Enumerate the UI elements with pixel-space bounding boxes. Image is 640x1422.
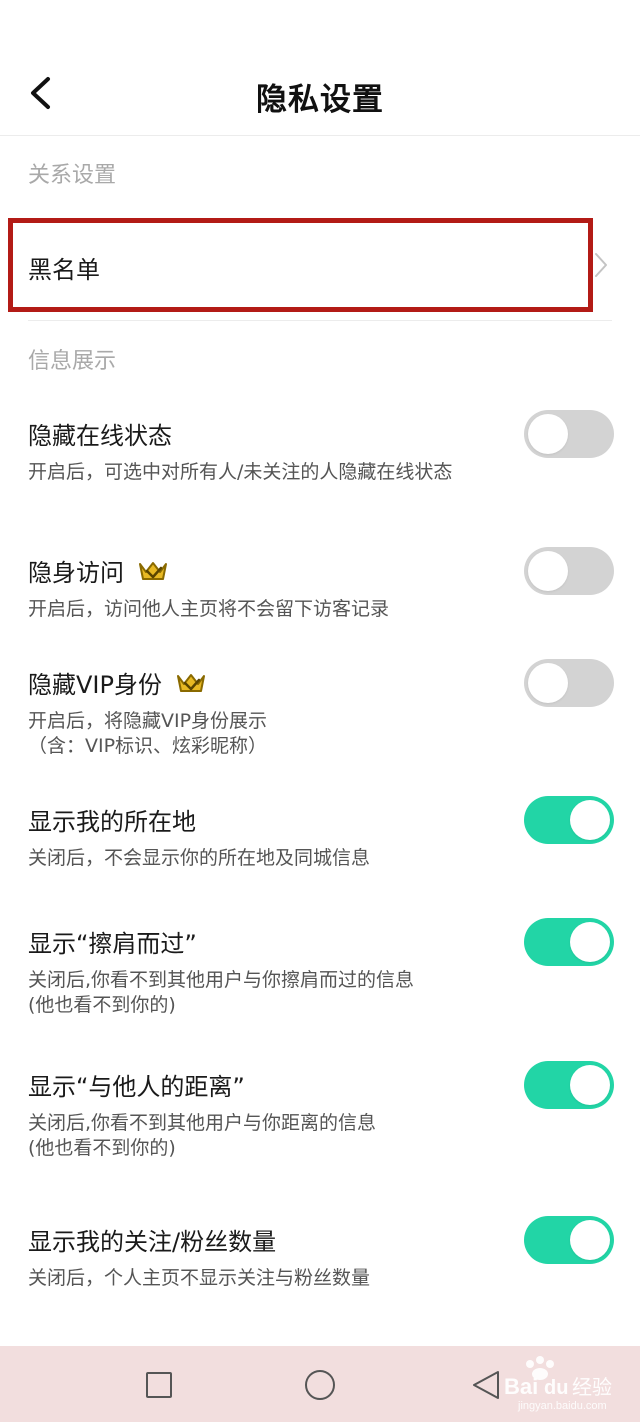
toggle-invisible-visit[interactable] <box>524 547 614 595</box>
setting-title: 隐身访问 <box>28 553 168 588</box>
setting-row-show-passed-by: 显示“擦肩而过” 关闭后,你看不到其他用户与你擦肩而过的信息 (他也看不到你的) <box>0 904 640 1029</box>
toggle-show-passed-by[interactable] <box>524 918 614 966</box>
setting-description: 关闭后，个人主页不显示关注与粉丝数量 <box>28 1267 371 1289</box>
vip-crown-icon <box>176 673 205 692</box>
setting-description: 开启后，将隐藏VIP身份展示 （含：VIP标识、炫彩昵称） <box>28 710 268 757</box>
toggle-hide-vip[interactable] <box>524 659 614 707</box>
circle-icon[interactable] <box>305 1370 335 1400</box>
setting-row-invisible-visit: 隐身访问 开启后，访问他人主页将不会留下访客记录 <box>0 533 640 633</box>
toggle-knob <box>528 414 568 454</box>
setting-description: 开启后，访问他人主页将不会留下访客记录 <box>28 598 390 620</box>
toggle-knob <box>570 922 610 962</box>
setting-title: 显示“擦肩而过” <box>28 930 197 958</box>
svg-text:经验: 经验 <box>572 1375 612 1399</box>
toggle-show-follow-count[interactable] <box>524 1216 614 1264</box>
setting-row-show-location: 显示我的所在地 关闭后，不会显示你的所在地及同城信息 <box>0 782 640 882</box>
setting-description: 关闭后,你看不到其他用户与你擦肩而过的信息 (他也看不到你的) <box>28 969 415 1016</box>
blacklist-row[interactable]: 黑名单 <box>0 218 640 310</box>
toggle-knob <box>570 1065 610 1105</box>
setting-title: 显示我的关注/粉丝数量 <box>28 1228 277 1256</box>
svg-text:jingyan.baidu.com: jingyan.baidu.com <box>517 1400 607 1412</box>
setting-description: 开启后，可选中对所有人/未关注的人隐藏在线状态 <box>28 461 453 483</box>
square-icon[interactable] <box>146 1372 172 1398</box>
setting-row-show-follow-count: 显示我的关注/粉丝数量 关闭后，个人主页不显示关注与粉丝数量 <box>0 1202 640 1302</box>
setting-description: 关闭后,你看不到其他用户与你距离的信息 (他也看不到你的) <box>28 1112 377 1159</box>
setting-row-hide-online-status: 隐藏在线状态 开启后，可选中对所有人/未关注的人隐藏在线状态 <box>0 396 640 521</box>
section-header-relations: 关系设置 <box>28 163 117 188</box>
svg-text:du: du <box>544 1377 568 1399</box>
section-header-info: 信息展示 <box>28 349 117 374</box>
toggle-knob <box>570 1220 610 1260</box>
triangle-back-icon[interactable] <box>470 1368 502 1402</box>
setting-title: 显示我的所在地 <box>28 808 196 836</box>
status-bar <box>0 0 640 50</box>
toggle-show-distance[interactable] <box>524 1061 614 1109</box>
vip-crown-icon <box>139 561 167 580</box>
toggle-knob <box>528 551 568 591</box>
divider <box>28 320 612 321</box>
toggle-hide-online-status[interactable] <box>524 410 614 458</box>
toggle-show-location[interactable] <box>524 796 614 844</box>
baidu-watermark-logo: Bai du 经验 jingyan.baidu.com <box>504 1356 612 1412</box>
page-title: 隐私设置 <box>256 82 384 118</box>
setting-title: 隐藏VIP身份 <box>28 665 206 700</box>
svg-text:Bai: Bai <box>504 1374 538 1399</box>
setting-title: 显示“与他人的距离” <box>28 1073 245 1101</box>
system-navigation-bar: Bai du 经验 jingyan.baidu.com <box>0 1346 640 1422</box>
navigation-bar: 隐私设置 <box>0 50 640 136</box>
toggle-knob <box>570 800 610 840</box>
setting-row-show-distance: 显示“与他人的距离” 关闭后,你看不到其他用户与你距离的信息 (他也看不到你的) <box>0 1047 640 1172</box>
blacklist-label: 黑名单 <box>28 256 100 284</box>
chevron-right-icon <box>595 253 607 277</box>
toggle-knob <box>528 663 568 703</box>
setting-description: 关闭后，不会显示你的所在地及同城信息 <box>28 847 371 869</box>
setting-row-hide-vip: 隐藏VIP身份 开启后，将隐藏VIP身份展示 （含：VIP标识、炫彩昵称） <box>0 645 640 770</box>
setting-title: 隐藏在线状态 <box>28 422 172 450</box>
